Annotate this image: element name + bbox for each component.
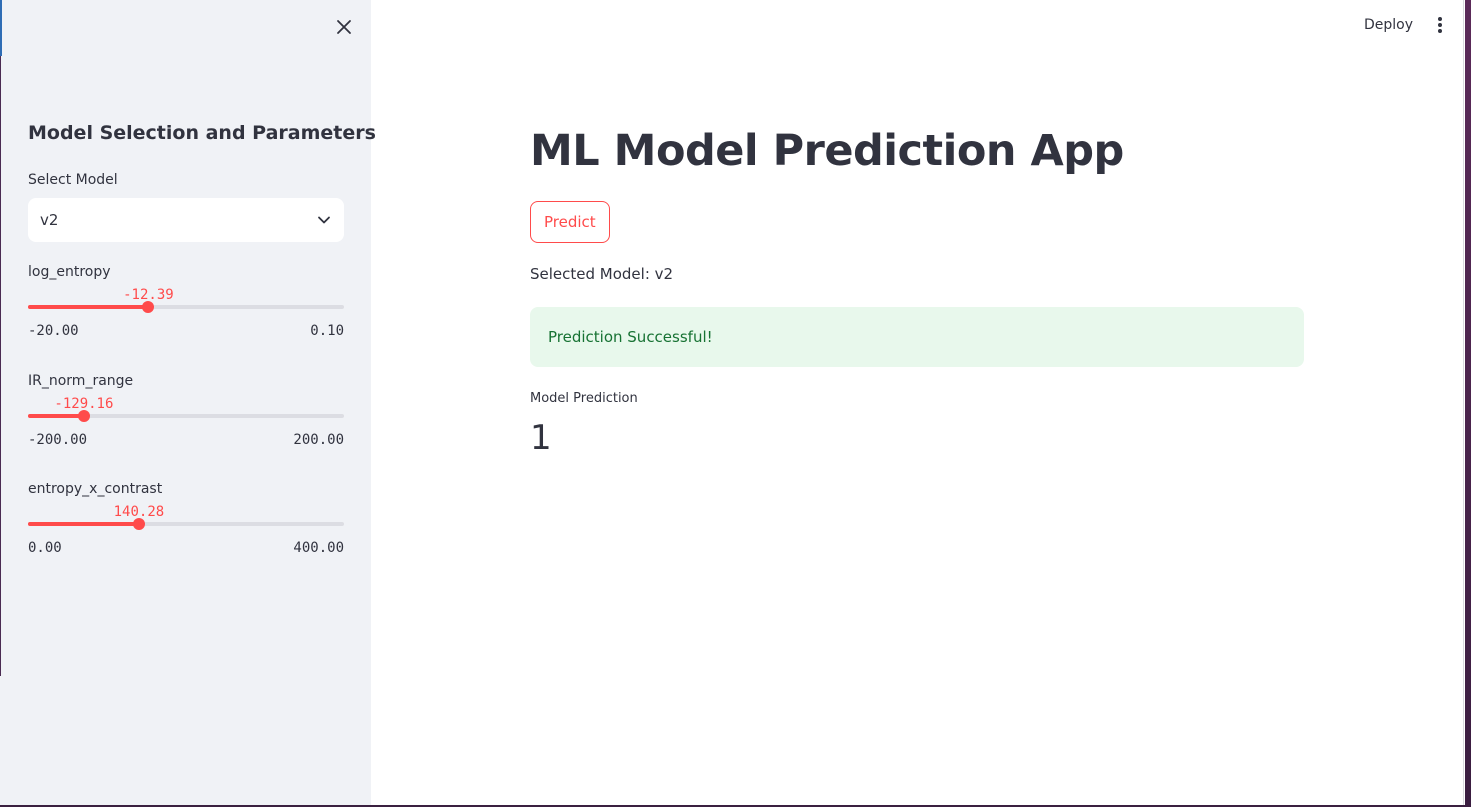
log-entropy-min: -20.00 bbox=[28, 323, 79, 339]
metric-label: Model Prediction bbox=[530, 391, 638, 406]
ir-norm-range-label: IR_norm_range bbox=[28, 373, 134, 389]
entropy-x-contrast-slider-thumb[interactable] bbox=[132, 518, 145, 530]
page-title: ML Model Prediction App bbox=[530, 126, 1124, 176]
app-window: Model Selection and Parameters Select Mo… bbox=[0, 0, 1465, 805]
main-menu-button[interactable] bbox=[1428, 12, 1452, 38]
scroll-edge bbox=[1463, 0, 1464, 805]
slider-fill bbox=[28, 305, 149, 309]
ir-norm-range-slider[interactable]: -129.16 -200.00 200.00 bbox=[28, 396, 344, 468]
select-model-label: Select Model bbox=[28, 172, 118, 188]
log-entropy-slider[interactable]: -12.39 -20.00 0.10 bbox=[28, 287, 344, 359]
metric-value: 1 bbox=[530, 418, 552, 458]
log-entropy-slider-thumb[interactable] bbox=[142, 301, 155, 313]
log-entropy-max: 0.10 bbox=[310, 323, 344, 339]
model-select[interactable]: v2 bbox=[28, 198, 344, 242]
slider-track[interactable] bbox=[28, 305, 344, 309]
model-select-value: v2 bbox=[40, 211, 59, 229]
selected-model-text: Selected Model: v2 bbox=[530, 265, 674, 283]
deploy-button[interactable]: Deploy bbox=[1352, 12, 1425, 38]
sidebar: Model Selection and Parameters Select Mo… bbox=[0, 0, 376, 805]
slider-fill bbox=[28, 522, 139, 526]
desktop-edge bbox=[1465, 0, 1471, 807]
predict-button[interactable]: Predict bbox=[530, 201, 610, 243]
success-alert: Prediction Successful! bbox=[530, 307, 1304, 367]
window-edge bbox=[0, 0, 2, 56]
close-icon bbox=[337, 20, 351, 34]
entropy-x-contrast-slider[interactable]: 140.28 0.00 400.00 bbox=[28, 504, 344, 576]
entropy-x-contrast-label: entropy_x_contrast bbox=[28, 481, 163, 497]
slider-fill bbox=[28, 414, 84, 418]
ir-norm-range-max: 200.00 bbox=[293, 432, 344, 448]
ir-norm-range-slider-thumb[interactable] bbox=[77, 410, 90, 422]
success-message: Prediction Successful! bbox=[548, 328, 713, 346]
entropy-x-contrast-min: 0.00 bbox=[28, 540, 62, 556]
close-sidebar-button[interactable] bbox=[330, 13, 358, 41]
entropy-x-contrast-max: 400.00 bbox=[293, 540, 344, 556]
kebab-menu-icon bbox=[1438, 17, 1442, 33]
slider-track[interactable] bbox=[28, 414, 344, 418]
window-edge bbox=[0, 56, 1, 676]
chevron-down-icon bbox=[316, 212, 332, 228]
slider-track[interactable] bbox=[28, 522, 344, 526]
sidebar-title: Model Selection and Parameters bbox=[28, 122, 376, 144]
ir-norm-range-min: -200.00 bbox=[28, 432, 88, 448]
log-entropy-label: log_entropy bbox=[28, 264, 111, 280]
